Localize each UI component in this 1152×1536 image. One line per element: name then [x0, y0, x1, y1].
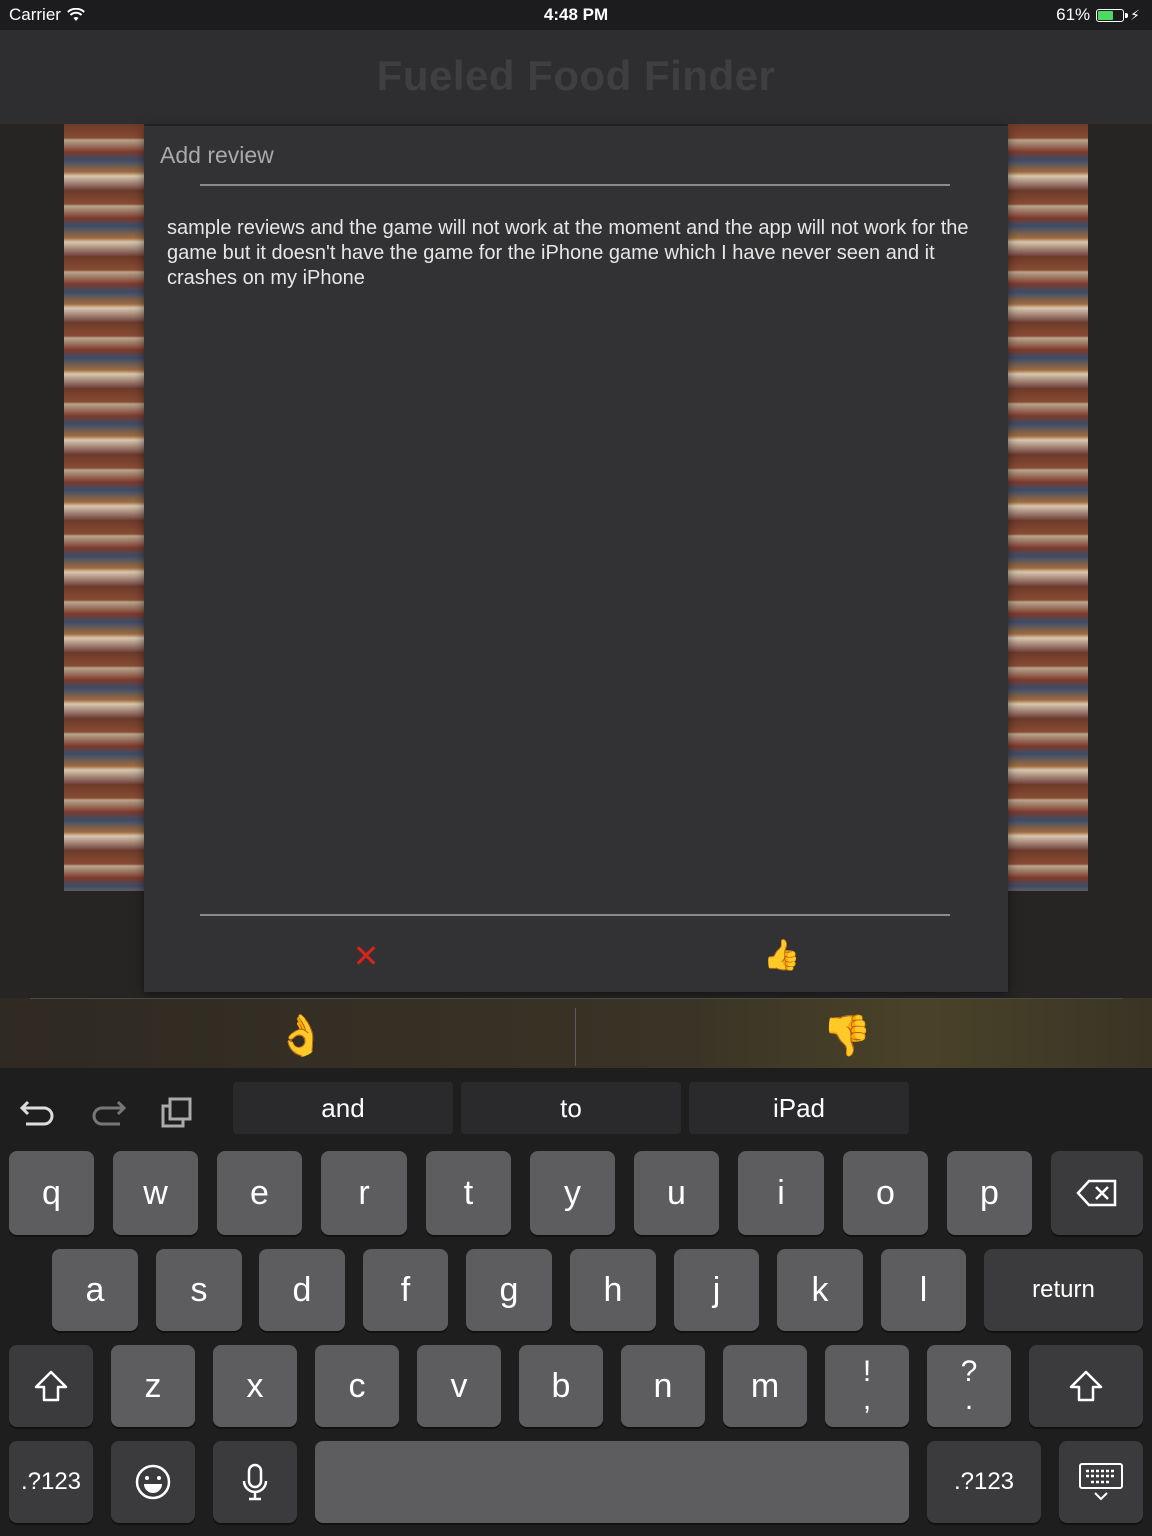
rate-bad-button[interactable]: 👎 — [822, 1008, 872, 1064]
numbers-key-left[interactable]: .?123 — [9, 1441, 93, 1523]
key-c[interactable]: c — [315, 1345, 399, 1427]
rating-divider — [30, 998, 1122, 999]
suggestion-2[interactable]: to — [461, 1082, 681, 1134]
key-t[interactable]: t — [426, 1151, 511, 1235]
key-a[interactable]: a — [52, 1249, 138, 1331]
dialog-title: Add review — [160, 142, 274, 168]
key-z[interactable]: z — [111, 1345, 195, 1427]
footer-divider — [200, 914, 950, 916]
app-title: Fueled Food Finder — [376, 52, 776, 99]
key-u[interactable]: u — [634, 1151, 719, 1235]
submit-button[interactable]: 👍 — [760, 934, 804, 978]
rating-vertical-divider — [575, 1008, 576, 1066]
key-i[interactable]: i — [738, 1151, 824, 1235]
key-v[interactable]: v — [417, 1345, 501, 1427]
clock: 4:48 PM — [543, 5, 609, 24]
key-q[interactable]: q — [9, 1151, 94, 1235]
paste-button[interactable] — [152, 1086, 202, 1136]
key-g[interactable]: g — [466, 1249, 552, 1331]
bookshelf-left — [64, 124, 144, 891]
suggestion-1[interactable]: and — [233, 1082, 453, 1134]
rating-bar — [0, 998, 1152, 1068]
return-key[interactable]: return — [984, 1249, 1143, 1331]
key-r[interactable]: r — [321, 1151, 407, 1235]
redo-icon — [92, 1100, 127, 1126]
delete-key[interactable] — [1051, 1151, 1143, 1235]
ok-hand-icon: 👌 — [276, 1014, 326, 1058]
space-key[interactable] — [315, 1441, 909, 1523]
key-p[interactable]: p — [947, 1151, 1032, 1235]
thumbs-up-icon: 👍 — [763, 939, 801, 972]
exclaim-label: ! — [862, 1355, 872, 1388]
battery-icon — [1096, 8, 1129, 22]
charging-icon: ⚡ — [1130, 6, 1140, 23]
comma-label: , — [862, 1383, 872, 1416]
undo-button[interactable] — [14, 1086, 64, 1136]
key-question-period[interactable]: ? . — [927, 1345, 1011, 1427]
title-divider — [200, 184, 950, 186]
key-d[interactable]: d — [259, 1249, 345, 1331]
shift-key-left[interactable] — [9, 1345, 93, 1427]
key-o[interactable]: o — [843, 1151, 928, 1235]
key-w[interactable]: w — [113, 1151, 198, 1235]
key-k[interactable]: k — [777, 1249, 863, 1331]
emoji-key[interactable] — [111, 1441, 195, 1523]
undo-icon — [19, 1100, 54, 1126]
key-s[interactable]: s — [156, 1249, 242, 1331]
numbers-key-right[interactable]: .?123 — [927, 1441, 1041, 1523]
period-label: . — [964, 1383, 974, 1416]
key-m[interactable]: m — [723, 1345, 807, 1427]
key-n[interactable]: n — [621, 1345, 705, 1427]
emoji-icon — [135, 1464, 171, 1500]
status-bar: Carrier 4:48 PM 61% ⚡ — [0, 0, 1152, 30]
shift-icon — [1069, 1370, 1103, 1402]
bookshelf-right — [1008, 124, 1088, 891]
redo-button[interactable] — [82, 1086, 132, 1136]
thumbs-down-icon: 👎 — [822, 1014, 872, 1058]
dictation-key[interactable] — [213, 1441, 297, 1523]
hide-keyboard-key[interactable] — [1059, 1441, 1143, 1523]
shift-icon — [34, 1370, 68, 1402]
paste-icon — [161, 1097, 192, 1128]
close-icon: ✕ — [352, 938, 380, 974]
key-h[interactable]: h — [570, 1249, 656, 1331]
battery-percent: 61% — [1056, 5, 1091, 24]
microphone-icon — [242, 1463, 268, 1501]
key-l[interactable]: l — [881, 1249, 966, 1331]
key-exclaim-comma[interactable]: ! , — [825, 1345, 909, 1427]
cancel-button[interactable]: ✕ — [344, 934, 388, 978]
key-f[interactable]: f — [363, 1249, 448, 1331]
add-review-dialog: Add review sample reviews and the game w… — [144, 126, 1008, 992]
battery-status: 61% ⚡ — [1056, 5, 1140, 25]
key-y[interactable]: y — [530, 1151, 615, 1235]
key-e[interactable]: e — [217, 1151, 302, 1235]
keyboard-dismiss-icon — [1079, 1463, 1123, 1501]
review-textarea[interactable]: sample reviews and the game will not wor… — [167, 216, 977, 291]
key-j[interactable]: j — [674, 1249, 759, 1331]
backspace-icon — [1076, 1179, 1117, 1207]
rate-good-button[interactable]: 👌 — [276, 1008, 326, 1064]
question-label: ? — [960, 1355, 978, 1388]
suggestion-3[interactable]: iPad — [689, 1082, 909, 1134]
shift-key-right[interactable] — [1029, 1345, 1143, 1427]
key-x[interactable]: x — [213, 1345, 297, 1427]
key-b[interactable]: b — [519, 1345, 603, 1427]
